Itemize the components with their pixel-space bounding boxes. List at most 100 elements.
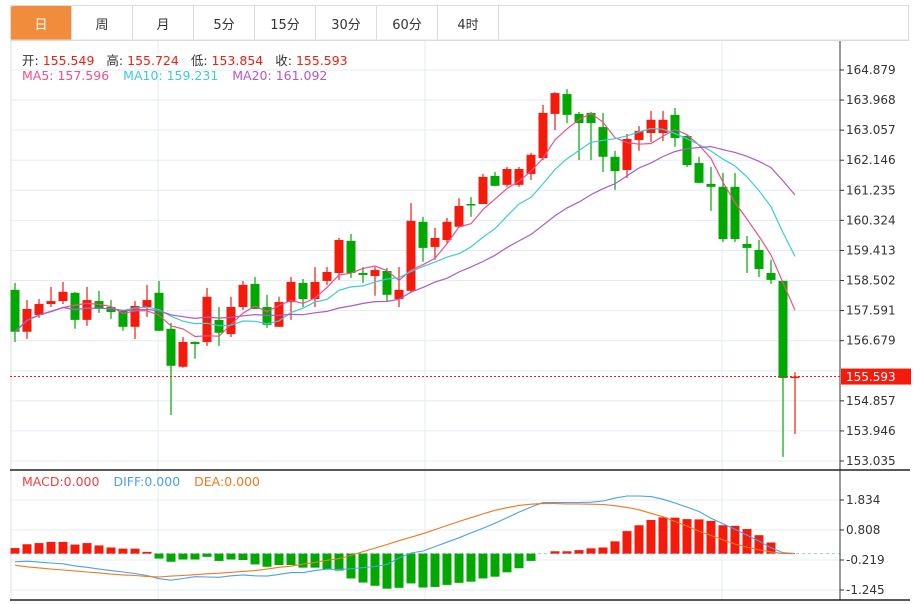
- macd-bar: [286, 553, 296, 566]
- macd-bar: [46, 541, 56, 554]
- macd-bar: [490, 553, 500, 577]
- macd-bar: [394, 553, 404, 588]
- macd-bar: [22, 544, 32, 554]
- candle-body: [478, 176, 488, 204]
- macd-bar: [694, 519, 704, 554]
- ma10-value: MA10: 159.231: [123, 68, 219, 83]
- macd-bar: [226, 553, 236, 560]
- open-value: 155.549: [42, 53, 95, 68]
- candle-body: [454, 205, 464, 227]
- candle-body: [382, 271, 392, 295]
- candle-body: [142, 300, 152, 307]
- candle-body: [706, 183, 716, 187]
- macd-tick-label: 0.808: [846, 523, 880, 537]
- candle-body: [334, 239, 344, 273]
- ma5-value: MA5: 157.596: [22, 68, 110, 83]
- price-tick-label: 160.324: [846, 213, 896, 227]
- macd-bar: [742, 529, 752, 554]
- macd-readout: MACD:0.000 DIFF:0.000 DEA:0.000: [22, 474, 264, 489]
- macd-bar: [130, 548, 140, 554]
- macd-bar: [478, 553, 488, 579]
- macd-bar: [310, 553, 320, 568]
- macd-bar: [106, 547, 116, 554]
- candle-body: [298, 282, 308, 300]
- ohlc-readout: 开: 155.549 高: 155.724 低: 153.854 收: 155.593: [22, 50, 356, 69]
- candle-body: [226, 306, 236, 335]
- macd-bar: [586, 548, 596, 554]
- high-label: 高:: [106, 53, 124, 68]
- low-label: 低:: [190, 53, 208, 68]
- price-tick-label: 164.879: [846, 63, 896, 77]
- candle-body: [214, 319, 224, 333]
- macd-bar: [190, 553, 200, 560]
- candle-body: [286, 281, 296, 303]
- ma20-line: [14, 145, 796, 333]
- diff-value: DIFF:0.000: [113, 474, 181, 489]
- candle-body: [658, 119, 668, 134]
- macd-tick-label: -1.245: [846, 583, 885, 597]
- macd-bar: [250, 553, 260, 565]
- price-tick-label: 159.413: [846, 243, 896, 257]
- candle-body: [250, 283, 260, 309]
- macd-bar: [514, 553, 524, 569]
- candle-body: [358, 272, 368, 275]
- candle-body: [742, 243, 752, 248]
- candle-body: [598, 127, 608, 157]
- price-axis: 164.879 163.968 163.057 162.146 161.235 160.3…: [10, 41, 911, 601]
- macd-bar: [382, 553, 392, 589]
- candles: [10, 89, 800, 457]
- macd-bar: [526, 553, 536, 561]
- price-tick-label: 163.968: [846, 93, 896, 107]
- price-tick-label: 158.502: [846, 274, 896, 288]
- candle-body: [238, 284, 248, 307]
- macd-bar: [502, 553, 512, 573]
- candle-body: [730, 186, 740, 239]
- macd-bar: [610, 541, 620, 554]
- low-value: 153.854: [211, 53, 264, 68]
- macd-bar: [34, 543, 44, 554]
- candle-body: [190, 341, 200, 344]
- candle-body: [58, 291, 68, 302]
- grid: [10, 39, 909, 600]
- ma-readout: MA5: 157.596 MA10: 159.231 MA20: 161.092: [22, 68, 331, 83]
- candle-body: [34, 304, 44, 315]
- candle-body: [610, 156, 620, 171]
- macd-bar: [466, 553, 476, 582]
- candle-body: [442, 221, 452, 240]
- macd-bar: [658, 517, 668, 554]
- open-label: 开:: [22, 53, 39, 68]
- macd-bar: [58, 541, 68, 554]
- macd-bar: [118, 548, 128, 554]
- candle-body: [766, 272, 776, 280]
- candle-body: [430, 238, 440, 247]
- macd-bar: [202, 553, 212, 557]
- macd-tick-label: -0.219: [846, 553, 885, 567]
- candle-body: [322, 272, 332, 281]
- macd-bar: [70, 544, 80, 554]
- candle-body: [178, 341, 188, 367]
- macd-bar: [238, 553, 248, 561]
- high-value: 155.724: [127, 53, 179, 68]
- ma20-value: MA20: 161.092: [232, 68, 328, 83]
- macd-bar: [550, 551, 560, 554]
- macd-bar: [598, 547, 608, 554]
- macd-bar: [166, 553, 176, 562]
- macd-bar: [682, 519, 692, 554]
- macd-bar: [370, 553, 380, 586]
- macd-bar: [142, 551, 152, 554]
- macd-bar: [562, 551, 572, 554]
- last-price-label: 155.593: [846, 370, 896, 384]
- macd-bar: [346, 553, 356, 579]
- dea-value: DEA:0.000: [194, 474, 261, 489]
- macd-bar: [274, 553, 284, 566]
- kline-chart[interactable]: 164.879 163.968 163.057 162.146 161.235 160.3…: [0, 0, 914, 604]
- candle-body: [310, 281, 320, 300]
- candle-body: [538, 112, 548, 159]
- price-tick-label: 153.946: [846, 424, 896, 438]
- candle-body: [466, 203, 476, 206]
- ma5-line: [14, 112, 796, 338]
- price-tick-label: 162.146: [846, 153, 896, 167]
- macd-bar: [454, 553, 464, 583]
- price-tick-label: 156.679: [846, 334, 896, 348]
- candle-body: [562, 94, 572, 115]
